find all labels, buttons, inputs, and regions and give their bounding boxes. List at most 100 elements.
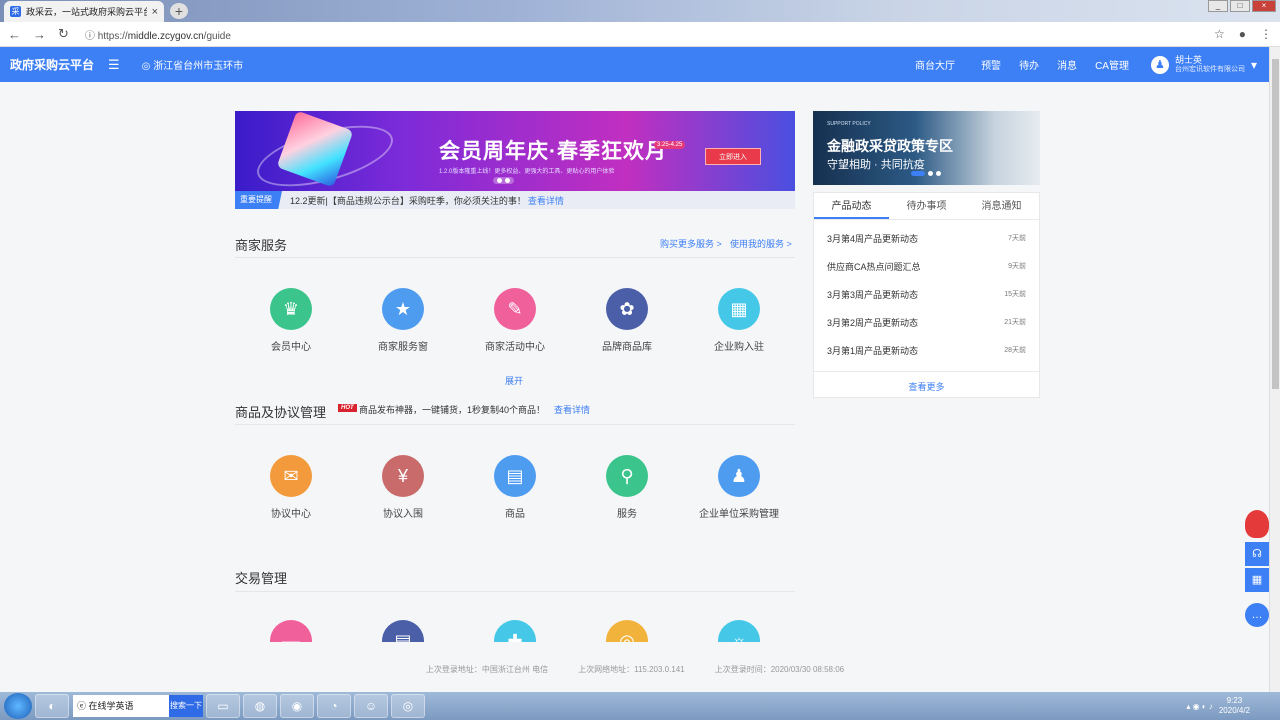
tab-notifications[interactable]: 消息通知 [964,193,1039,219]
page-scrollbar[interactable] [1269,47,1280,692]
trade-item[interactable]: ▬ [236,620,346,642]
browser-menu-icon[interactable]: ⋮ [1260,27,1272,41]
list-item[interactable]: 3月第3周产品更新动态 15天前 [814,280,1039,308]
goods-promo-text: 商品发布神器，一键铺货，1秒复制40个商品！ [359,405,546,415]
goods-label: 商品 [505,509,525,520]
minimize-button[interactable]: _ [1208,0,1228,12]
floating-toolbar: ☊ ▦ [1245,510,1269,594]
service-label: 商家活动中心 [485,342,545,353]
list-item[interactable]: 3月第1周产品更新动态 28天前 [814,336,1039,364]
list-item[interactable]: 3月第2周产品更新动态 21天前 [814,308,1039,336]
platform-logo[interactable]: 政府采购云平台 [10,56,94,73]
policy-banner[interactable]: SUPPORT POLICY 金融政采贷政策专区 守望相助 · 共同抗疫 [813,111,1040,185]
reload-icon[interactable]: ↻ [58,26,69,42]
policy-dot[interactable] [936,171,941,176]
location-selector[interactable]: ◎ 浙江省台州市玉环市 [142,57,244,72]
qrcode-icon[interactable]: ▦ [1245,568,1269,592]
news-title: 3月第3周产品更新动态 [827,289,919,300]
headset-icon[interactable]: ☊ [1245,542,1269,566]
scrollbar-thumb[interactable] [1272,59,1279,389]
profile-icon[interactable]: ● [1239,27,1246,41]
goods-products[interactable]: ▤ 商品 [460,455,570,520]
start-button[interactable] [4,693,32,719]
trade-item[interactable]: ✚ [460,620,570,642]
goods-agreement-center[interactable]: ✉ 协议中心 [236,455,346,520]
service-merchant-window[interactable]: ★ 商家服务窗 [348,288,458,353]
taskbar-search-text: 在线学英语 [88,701,134,711]
user-company: 台州宏讯软件有限公司 [1174,65,1245,73]
app-header: 政府采购云平台 ☰ ◎ 浙江省台州市玉环市 商台大厅 预警 待办 消息 CA管理… [0,47,1269,82]
tray-icons[interactable]: ▴ ◉ ◐ ♪ [1186,702,1213,711]
banner-dot[interactable] [505,178,510,183]
header-link-ca[interactable]: CA管理 [1095,57,1129,72]
taskbar-search-input[interactable]: ⓔ 在线学英语 [73,695,169,717]
expand-link[interactable]: 展开 [505,374,523,387]
close-window-button[interactable]: × [1252,0,1276,12]
new-tab-button[interactable]: + [170,3,188,19]
maximize-button[interactable]: □ [1230,0,1250,12]
goods-enterprise-procurement[interactable]: ♟ 企业单位采购管理 [684,455,794,520]
banner-dot[interactable] [497,178,502,183]
header-link-alert[interactable]: 预警 [981,57,1001,72]
policy-dot[interactable] [911,171,925,176]
goods-services[interactable]: ⚲ 服务 [572,455,682,520]
header-link-messages[interactable]: 消息 [1057,57,1077,72]
folder-icon[interactable]: ▭ [206,694,240,718]
chat-icon[interactable]: … [1245,603,1269,627]
trade-item[interactable]: ◎ [572,620,682,642]
browser-tab[interactable]: 采 政采云，一站式政府采购云平台 × [4,1,164,22]
bookmark-star-icon[interactable]: ☆ [1214,27,1225,41]
tab-todo[interactable]: 待办事项 [889,193,964,219]
tab-product-updates[interactable]: 产品动态 [814,193,889,219]
paint-icon[interactable]: ◍ [243,694,277,718]
news-panel: 产品动态 待办事项 消息通知 3月第4周产品更新动态 7天前 供应商CA热点问题汇… [813,192,1040,398]
robot-assistant-icon[interactable] [1245,510,1269,538]
chrome-icon[interactable]: ◎ [391,694,425,718]
goods-promo-link[interactable]: 查看详情 [554,403,590,416]
service-enterprise-onboard[interactable]: ▦ 企业购入驻 [684,288,794,353]
product-icon: ▤ [494,455,536,497]
service-icon: ⚲ [606,455,648,497]
last-login-location: 上次登录地址：中国浙江台州 电信 [425,665,549,674]
network-icon[interactable]: ◔ [317,694,351,718]
buy-more-services-link[interactable]: 购买更多服务 > [660,237,722,250]
clock[interactable]: 9:23 2020/4/2 [1219,696,1250,716]
service-member-center[interactable]: ♛ 会员中心 [236,288,346,353]
goods-agreement-entry[interactable]: ¥ 协议入围 [348,455,458,520]
service-activity-center[interactable]: ✎ 商家活动中心 [460,288,570,353]
clipboard-icon: ✎ [494,288,536,330]
menu-toggle-icon[interactable]: ☰ [108,57,120,73]
notice-detail-link[interactable]: 查看详情 [528,194,564,207]
info-icon[interactable]: ⓘ [85,31,95,42]
taskbar-app-icon[interactable]: ◐ [35,694,69,718]
banner-pagination[interactable] [493,177,514,184]
header-link-hall[interactable]: 商台大厅 [915,57,955,72]
taskbar-search-button[interactable]: 搜索一下 [169,695,203,717]
news-date: 28天前 [1004,347,1026,354]
system-tray: ▴ ◉ ◐ ♪ 9:23 2020/4/2 [1186,696,1250,716]
policy-pagination[interactable] [911,171,941,176]
wechat-icon[interactable]: ◉ [280,694,314,718]
promo-banner[interactable]: 会员周年庆·春季狂欢月 3.25-4.25 1.2.0版本隆重上线！更多权益、更… [235,111,795,191]
banner-enter-button[interactable]: 立即进入 [705,148,761,165]
trade-item[interactable]: ▤ [348,620,458,642]
back-icon[interactable]: ← [8,27,21,42]
use-my-services-link[interactable]: 使用我的服务 > [730,237,792,250]
hot-badge: HOT [338,404,357,412]
character-app-icon[interactable]: ☺ [354,694,388,718]
list-item[interactable]: 供应商CA热点问题汇总 9天前 [814,252,1039,280]
close-tab-icon[interactable]: × [152,6,158,18]
url-path: /guide [203,30,231,42]
chevron-down-icon: ▾ [1250,57,1257,72]
news-title: 3月第4周产品更新动态 [827,233,919,244]
brand-icon: ✿ [606,288,648,330]
policy-dot[interactable] [928,171,933,176]
header-link-todo[interactable]: 待办 [1019,57,1039,72]
user-menu[interactable]: ♟ 胡士英 台州宏讯软件有限公司 ▾ [1150,55,1257,75]
view-more-link[interactable]: 查看更多 [814,371,1039,398]
service-brand-library[interactable]: ✿ 品牌商品库 [572,288,682,353]
list-item[interactable]: 3月第4周产品更新动态 7天前 [814,224,1039,252]
forward-icon[interactable]: → [33,27,46,42]
trade-item[interactable]: ☼ [684,620,794,642]
url-field[interactable]: ⓘ https://middle.zcygov.cn/guide [85,27,231,42]
